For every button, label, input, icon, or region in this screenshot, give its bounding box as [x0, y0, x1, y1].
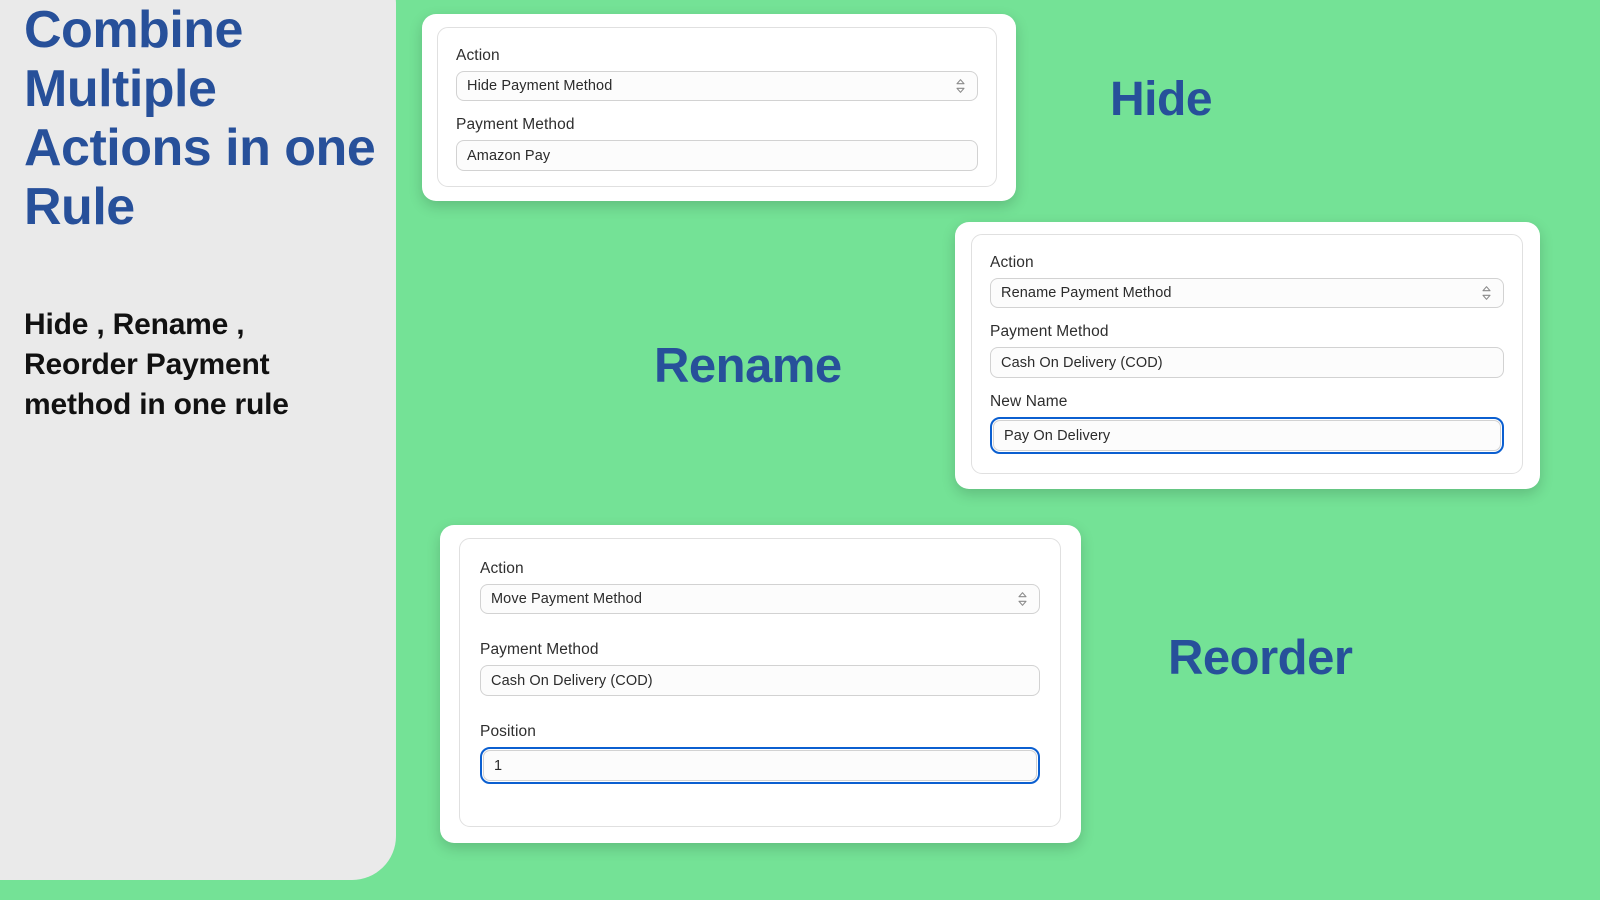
- field-payment-method: Payment Method Amazon Pay: [456, 115, 978, 171]
- slide-canvas: Combine Multiple Actions in one Rule Hid…: [0, 0, 1600, 900]
- field-label-payment-method: Payment Method: [456, 116, 575, 133]
- position-input[interactable]: 1: [483, 750, 1037, 781]
- field-action: Action Move Payment Method: [480, 559, 1040, 614]
- page-title: Combine Multiple Actions in one Rule: [24, 1, 376, 236]
- chevron-updown-icon: [956, 79, 965, 93]
- field-action: Action Hide Payment Method: [456, 46, 978, 101]
- action-select-value: Rename Payment Method: [1001, 285, 1172, 301]
- field-payment-method: Payment Method Cash On Delivery (COD): [990, 322, 1504, 378]
- field-payment-method: Payment Method Cash On Delivery (COD): [480, 640, 1040, 696]
- field-action: Action Rename Payment Method: [990, 253, 1504, 308]
- rename-action-card-body: Action Rename Payment Method Payment Met…: [971, 234, 1523, 474]
- position-focus-ring: 1: [480, 747, 1040, 784]
- section-label-hide: Hide: [1110, 73, 1213, 126]
- payment-method-input[interactable]: Cash On Delivery (COD): [480, 665, 1040, 696]
- payment-method-input[interactable]: Amazon Pay: [456, 140, 978, 171]
- payment-method-value: Amazon Pay: [467, 147, 551, 164]
- intro-panel: Combine Multiple Actions in one Rule Hid…: [0, 0, 396, 880]
- action-select[interactable]: Move Payment Method: [480, 584, 1040, 614]
- payment-method-value: Cash On Delivery (COD): [1001, 354, 1163, 371]
- field-label-position: Position: [480, 723, 536, 740]
- action-select-value: Move Payment Method: [491, 591, 642, 607]
- move-action-card-body: Action Move Payment Method Payment Metho…: [459, 538, 1061, 827]
- new-name-focus-ring: Pay On Delivery: [990, 417, 1504, 454]
- new-name-input[interactable]: Pay On Delivery: [993, 420, 1501, 451]
- section-label-rename: Rename: [654, 339, 842, 393]
- field-label-action: Action: [480, 560, 524, 577]
- position-value: 1: [494, 757, 503, 774]
- action-select-value: Hide Payment Method: [467, 78, 613, 94]
- field-label-payment-method: Payment Method: [480, 641, 599, 658]
- action-select[interactable]: Rename Payment Method: [990, 278, 1504, 308]
- page-subtitle: Hide , Rename , Reorder Payment method i…: [24, 308, 289, 421]
- new-name-value: Pay On Delivery: [1004, 427, 1111, 444]
- field-new-name: New Name Pay On Delivery: [990, 392, 1504, 454]
- chevron-updown-icon: [1018, 592, 1027, 606]
- section-label-reorder: Reorder: [1168, 631, 1353, 685]
- field-label-action: Action: [990, 254, 1034, 271]
- payment-method-input[interactable]: Cash On Delivery (COD): [990, 347, 1504, 378]
- field-label-payment-method: Payment Method: [990, 323, 1109, 340]
- chevron-updown-icon: [1482, 286, 1491, 300]
- hide-action-card-body: Action Hide Payment Method Payment Metho…: [437, 27, 997, 187]
- field-label-action: Action: [456, 47, 500, 64]
- field-position: Position 1: [480, 722, 1040, 784]
- payment-method-value: Cash On Delivery (COD): [491, 672, 653, 689]
- field-label-new-name: New Name: [990, 393, 1068, 410]
- action-select[interactable]: Hide Payment Method: [456, 71, 978, 101]
